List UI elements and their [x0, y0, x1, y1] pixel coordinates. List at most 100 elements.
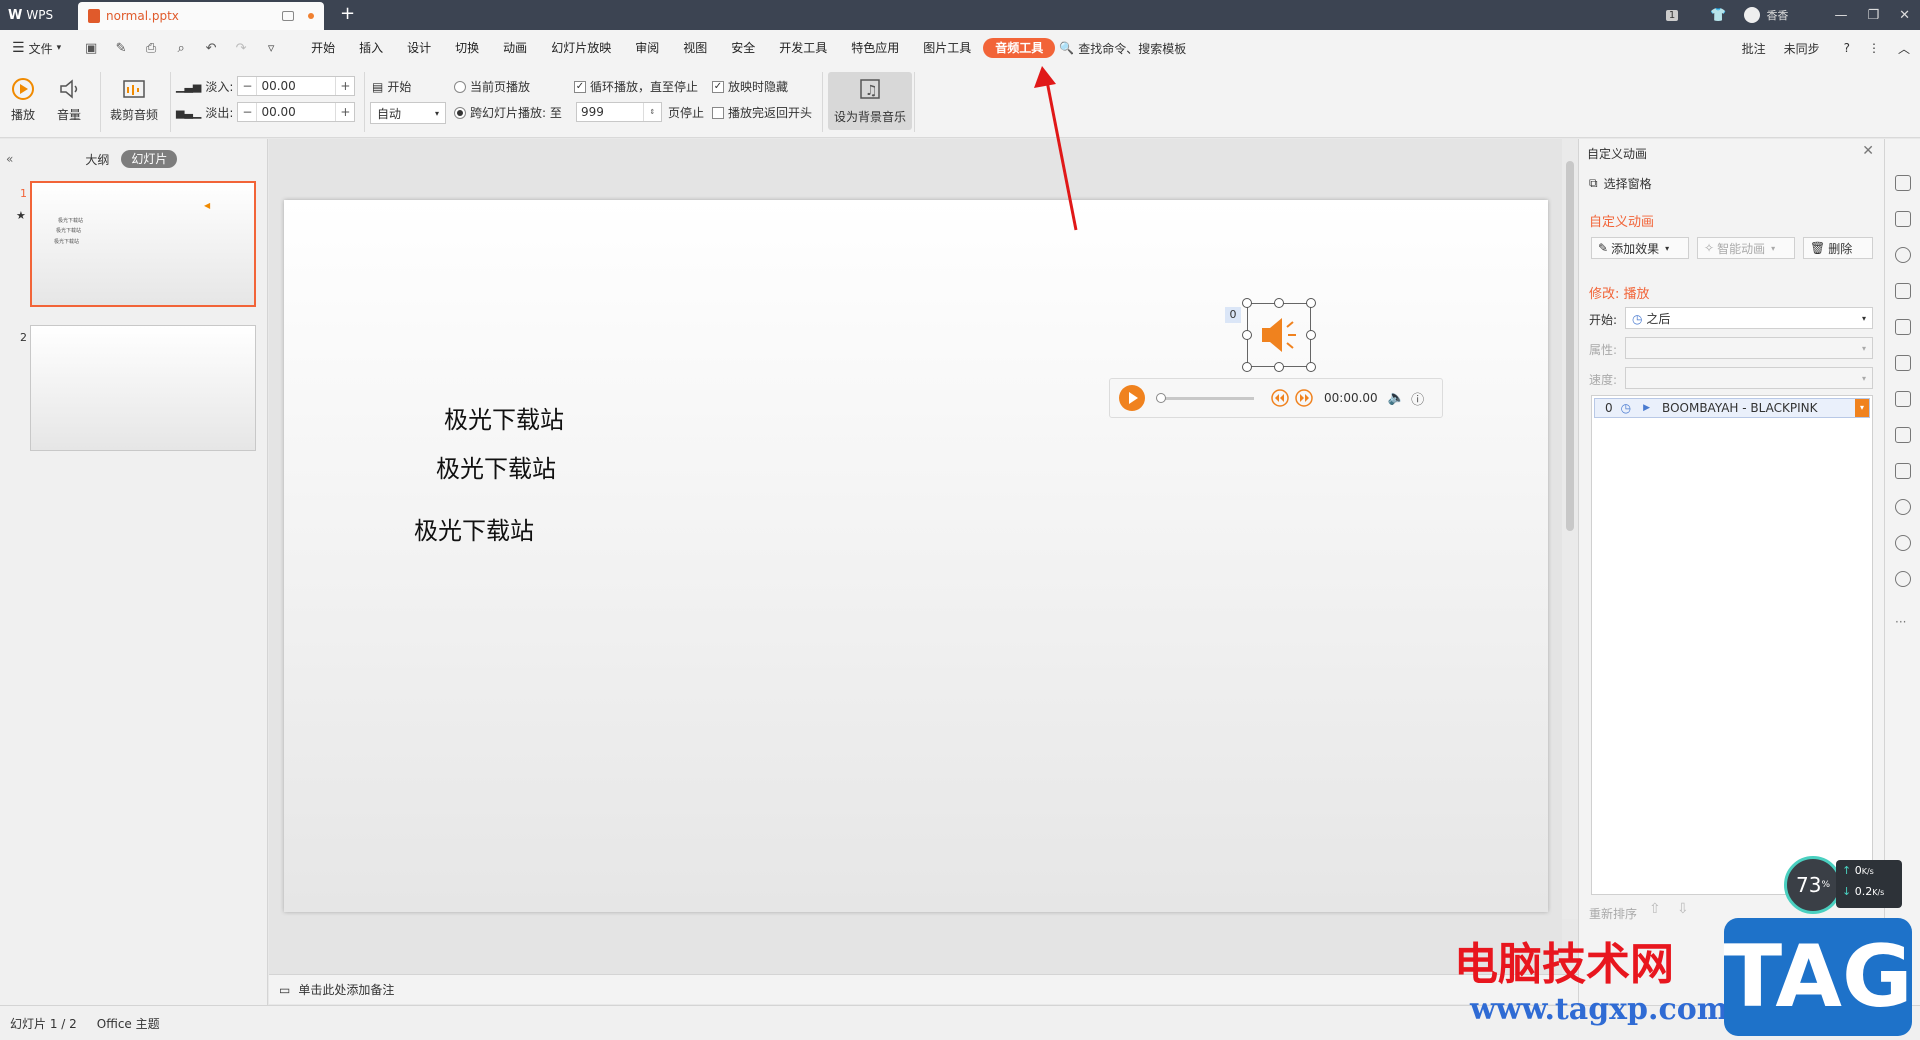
delete-button[interactable]: 🗑 删除 [1803, 237, 1873, 259]
select-pane-button[interactable]: ⧉ 选择窗格 [1589, 175, 1652, 192]
resize-handle[interactable] [1242, 362, 1252, 372]
fade-out-value[interactable]: 00.00 [256, 103, 337, 121]
audio-object[interactable] [1242, 298, 1316, 372]
document-tab[interactable]: normal.pptx [78, 2, 324, 30]
bg-music-button[interactable]: ♫ 设为背景音乐 [828, 72, 912, 130]
rewind-checkbox[interactable] [712, 106, 724, 119]
play-button[interactable]: 播放 [10, 76, 36, 123]
more-icon[interactable]: ··· [1895, 615, 1906, 629]
info-icon[interactable]: ⓘ [1411, 389, 1424, 408]
fade-out-stepper[interactable]: − 00.00 + [237, 102, 356, 122]
volume-button[interactable]: 音量 [56, 76, 82, 123]
animation-icon[interactable] [1895, 175, 1911, 191]
tab-outline[interactable]: 大纲 [85, 151, 109, 168]
more-icon[interactable]: ⋮ [1868, 41, 1880, 55]
close-icon[interactable]: ✕ [1899, 8, 1910, 23]
arrow-down-icon[interactable]: ⇩ [1677, 901, 1689, 917]
tab-picture-tools[interactable]: 图片工具 [911, 38, 983, 58]
comment-button[interactable]: 批注 [1742, 40, 1766, 57]
volume-icon[interactable]: 🔈 [1388, 390, 1405, 406]
forward-icon[interactable] [1294, 388, 1314, 408]
sync-button[interactable]: 未同步 [1784, 40, 1820, 57]
tab-security[interactable]: 安全 [719, 38, 767, 58]
rewind-option[interactable]: 播放完返回开头 [712, 104, 812, 121]
chevron-down-icon[interactable]: ▾ [57, 43, 62, 53]
resize-handle[interactable] [1306, 362, 1316, 372]
list-item[interactable]: 0 ◷ ▶ BOOMBAYAH - BLACKPINK ▾ [1594, 398, 1870, 418]
window-count-badge[interactable]: 1 [1665, 9, 1679, 21]
command-search[interactable]: 查找命令、搜索模板 [1078, 40, 1186, 57]
current-page-option[interactable]: 当前页播放 [454, 78, 530, 95]
undo-icon[interactable]: ↶ [203, 41, 219, 56]
wps-home-tab[interactable]: W WPS [0, 0, 76, 30]
start-select[interactable]: 自动 ▾ [370, 102, 446, 124]
tab-design[interactable]: 设计 [395, 38, 443, 58]
save-icon[interactable]: ▣ [83, 41, 99, 56]
print-preview-icon[interactable]: ⌕ [173, 41, 189, 56]
fade-in-stepper[interactable]: − 00.00 + [237, 76, 356, 96]
cross-slide-stepper[interactable]: 999 ⇕ [576, 102, 662, 122]
minimize-icon[interactable]: — [1834, 8, 1847, 23]
progress-slider[interactable] [1156, 392, 1254, 403]
resize-handle[interactable] [1274, 298, 1284, 308]
vertical-scrollbar[interactable] [1562, 139, 1578, 919]
history-icon[interactable] [1895, 535, 1911, 551]
fade-in-value[interactable]: 00.00 [256, 77, 337, 95]
slide-thumbnail[interactable]: 极光下载站 极光下载站 极光下载站 ◀ [30, 181, 256, 307]
slide-text[interactable]: 极光下载站 [444, 400, 564, 435]
close-icon[interactable]: ✕ [1862, 143, 1874, 159]
style-icon[interactable] [1895, 283, 1911, 299]
help-button[interactable]: ? [1844, 41, 1850, 55]
tab-home[interactable]: 开始 [299, 38, 347, 58]
tab-special[interactable]: 特色应用 [839, 38, 911, 58]
trim-audio-button[interactable]: 裁剪音频 [110, 76, 158, 123]
cross-slide-radio[interactable] [454, 106, 466, 119]
current-page-radio[interactable] [454, 80, 466, 93]
property-select[interactable]: ▾ [1625, 337, 1873, 359]
search-icon[interactable]: 🔍 [1059, 41, 1074, 55]
settings-icon[interactable] [1895, 319, 1911, 335]
restore-icon[interactable]: ❐ [1867, 8, 1879, 23]
slide[interactable]: 极光下载站 极光下载站 极光下载站 0 00:00.00 🔈 ⓘ [284, 200, 1548, 912]
loop-checkbox[interactable]: ✓ [574, 80, 586, 93]
resize-handle[interactable] [1242, 298, 1252, 308]
resize-handle[interactable] [1274, 362, 1284, 372]
layers-icon[interactable] [1895, 211, 1911, 227]
monitor-icon[interactable] [282, 11, 294, 21]
cross-slide-option[interactable]: 跨幻灯片播放: 至 [454, 104, 562, 121]
resize-handle[interactable] [1306, 298, 1316, 308]
tab-insert[interactable]: 插入 [347, 38, 395, 58]
play-icon[interactable] [1118, 384, 1146, 412]
hide-option[interactable]: ✓ 放映时隐藏 [712, 78, 788, 95]
format-painter-icon[interactable]: ✎ [113, 41, 129, 56]
new-tab-button[interactable]: + [340, 3, 355, 24]
tab-slides[interactable]: 幻灯片 [121, 150, 178, 168]
tab-view[interactable]: 视图 [671, 38, 719, 58]
record-icon[interactable] [1895, 499, 1911, 515]
slide-text[interactable]: 极光下载站 [414, 511, 534, 546]
image-icon[interactable] [1895, 427, 1911, 443]
panel-title[interactable]: 自定义动画 [1587, 145, 1647, 162]
cross-slide-value[interactable]: 999 [577, 103, 644, 121]
speed-select[interactable]: ▾ [1625, 367, 1873, 389]
collapse-panel-icon[interactable]: « [6, 152, 13, 166]
copy-icon[interactable] [1895, 355, 1911, 371]
hide-checkbox[interactable]: ✓ [712, 80, 724, 93]
shape-icon[interactable] [1895, 247, 1911, 263]
smart-animation-button[interactable]: ✧ 智能动画 ▾ [1697, 237, 1795, 259]
menu-icon[interactable]: ☰ [12, 40, 25, 56]
tab-transition[interactable]: 切换 [443, 38, 491, 58]
start-select[interactable]: ◷ 之后 ▾ [1625, 307, 1873, 329]
minus-icon[interactable]: − [238, 105, 256, 119]
slide-thumbnail[interactable] [30, 325, 256, 451]
minus-icon[interactable]: − [238, 79, 256, 93]
collapse-ribbon-icon[interactable]: ︿ [1898, 40, 1910, 57]
resize-handle[interactable] [1242, 330, 1252, 340]
file-menu[interactable]: 文件 [29, 40, 53, 57]
user-name[interactable]: 香香 [1766, 7, 1788, 23]
rewind-icon[interactable] [1270, 388, 1290, 408]
scrollbar-thumb[interactable] [1566, 161, 1574, 531]
customize-icon[interactable]: ▿ [263, 41, 279, 56]
slide-text[interactable]: 极光下载站 [436, 449, 556, 484]
plus-icon[interactable]: + [336, 79, 354, 93]
